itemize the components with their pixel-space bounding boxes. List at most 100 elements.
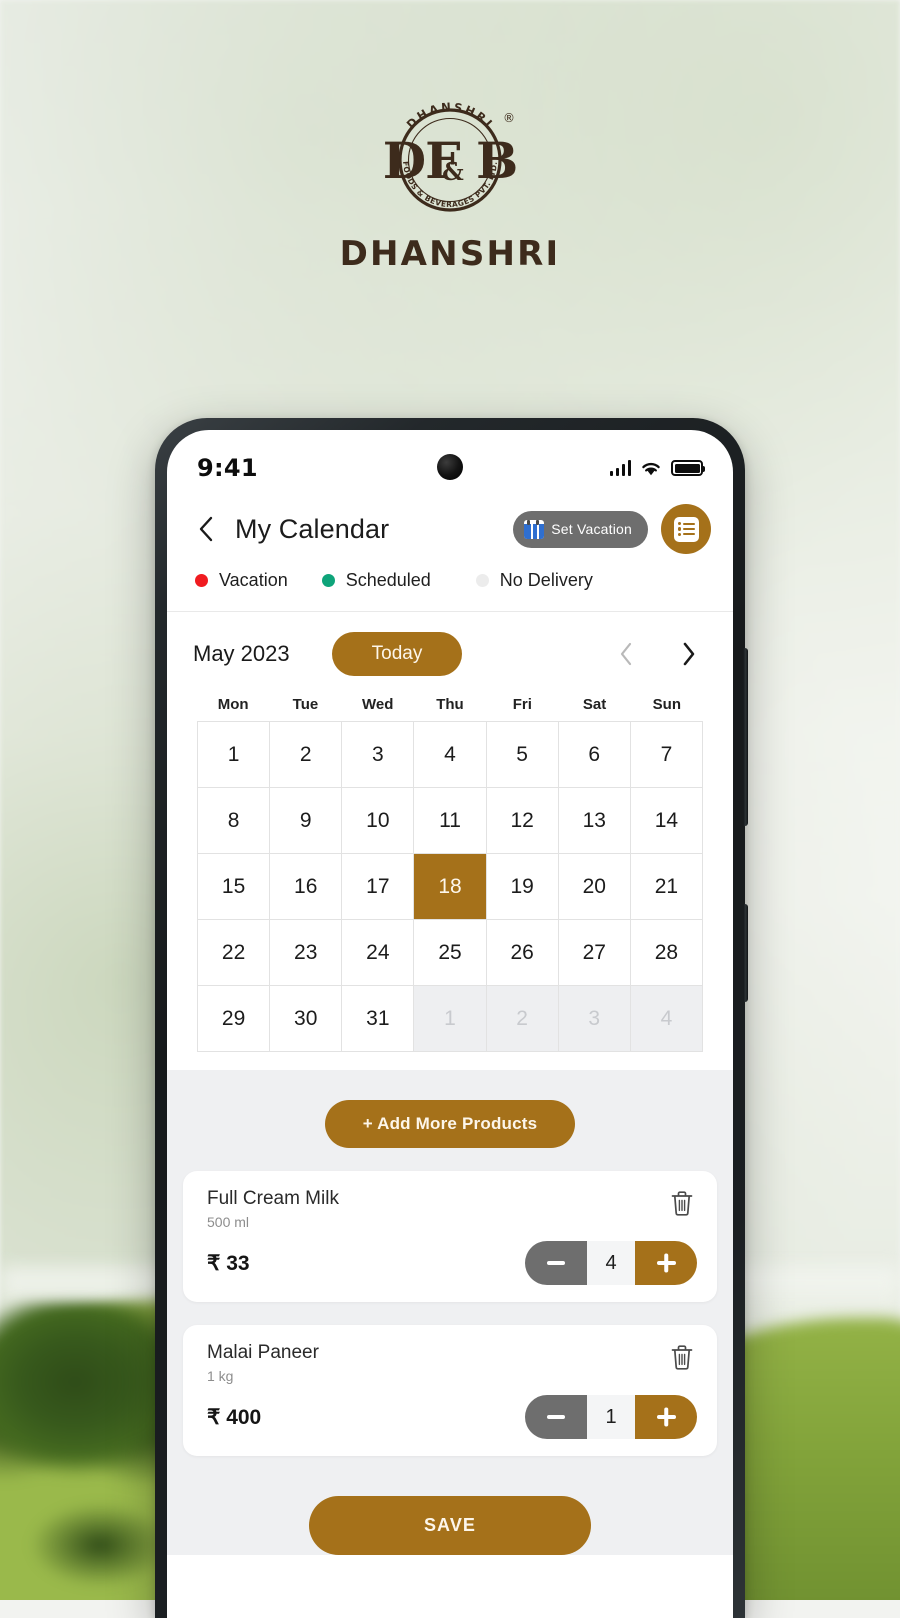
brand-name: DHANSHRI bbox=[339, 234, 561, 274]
chevron-left-icon bbox=[199, 516, 212, 542]
calendar-day[interactable]: 9 bbox=[270, 788, 343, 854]
order-list-button[interactable] bbox=[661, 504, 711, 554]
status-time: 9:41 bbox=[197, 454, 258, 482]
weekday-label: Mon bbox=[217, 696, 249, 713]
calendar-day[interactable]: 22 bbox=[198, 920, 271, 986]
add-more-products-button[interactable]: + Add More Products bbox=[324, 1100, 576, 1148]
phone-volume-button[interactable] bbox=[743, 648, 748, 826]
calendar-day[interactable]: 19 bbox=[486, 854, 559, 920]
product-price: ₹ 33 bbox=[207, 1251, 250, 1275]
calendar-day[interactable]: 1 bbox=[198, 722, 271, 788]
product-card: Malai Paneer 1 kg ₹ 400 1 bbox=[183, 1325, 717, 1456]
increase-quantity-button[interactable] bbox=[635, 1395, 697, 1439]
calendar-day-outside[interactable]: 1 bbox=[414, 986, 487, 1052]
logo-ampersand-text: & bbox=[442, 157, 464, 186]
app-header: My Calendar Set Vacation bbox=[167, 492, 733, 554]
weekday-label: Thu bbox=[436, 696, 464, 713]
calendar-day[interactable]: 7 bbox=[630, 722, 703, 788]
calendar-day[interactable]: 17 bbox=[342, 854, 415, 920]
trash-icon bbox=[671, 1191, 693, 1216]
list-icon bbox=[673, 516, 699, 542]
save-wrap: SAVE bbox=[167, 1456, 733, 1555]
calendar-day[interactable]: 12 bbox=[486, 788, 559, 854]
increase-quantity-button[interactable] bbox=[635, 1241, 697, 1285]
chevron-right-icon bbox=[683, 642, 694, 666]
calendar-day[interactable]: 10 bbox=[342, 788, 415, 854]
calendar-day[interactable]: 23 bbox=[270, 920, 343, 986]
phone-screen: 9:41 My Calendar Set Vacation Vacation S… bbox=[167, 430, 733, 1618]
calendar-day[interactable]: 5 bbox=[486, 722, 559, 788]
back-button[interactable] bbox=[189, 512, 223, 546]
product-name: Full Cream Milk bbox=[207, 1188, 339, 1209]
dfb-logo-badge: DHANSHRI FOODS & BEVERAGES PVT. LTD. DF … bbox=[375, 86, 525, 226]
status-icons bbox=[609, 460, 705, 477]
legend: Vacation Scheduled No Delivery bbox=[167, 554, 733, 612]
calendar-day[interactable]: 29 bbox=[198, 986, 271, 1052]
calendar-day[interactable]: 15 bbox=[198, 854, 271, 920]
phone-power-button[interactable] bbox=[743, 904, 748, 1002]
logo-registered-mark: ® bbox=[503, 111, 515, 125]
calendar-day[interactable]: 2 bbox=[270, 722, 343, 788]
decrease-quantity-button[interactable] bbox=[525, 1395, 587, 1439]
calendar-weekday-header: Mon Tue Wed Thu Fri Sat Sun bbox=[197, 696, 703, 713]
product-list: Full Cream Milk 500 ml ₹ 33 4 Malai Paneer 1 … bbox=[167, 1171, 733, 1456]
quantity-value: 4 bbox=[587, 1241, 635, 1285]
legend-label-vacation: Vacation bbox=[219, 570, 288, 590]
add-more-wrap: + Add More Products bbox=[167, 1100, 733, 1148]
trash-icon bbox=[671, 1345, 693, 1370]
calendar-day[interactable]: 8 bbox=[198, 788, 271, 854]
calendar-day-outside[interactable]: 4 bbox=[630, 986, 703, 1052]
legend-dot-scheduled bbox=[321, 574, 335, 587]
save-button[interactable]: SAVE bbox=[309, 1496, 591, 1555]
previous-month-button[interactable] bbox=[613, 639, 639, 669]
product-name: Malai Paneer bbox=[207, 1342, 319, 1363]
calendar-day[interactable]: 21 bbox=[630, 854, 703, 920]
calendar-day-outside[interactable]: 3 bbox=[558, 986, 631, 1052]
legend-item-vacation: Vacation bbox=[195, 570, 288, 591]
plus-icon bbox=[656, 1415, 676, 1419]
products-section: + Add More Products Full Cream Milk 500 m… bbox=[167, 1070, 733, 1555]
battery-full-icon bbox=[671, 460, 705, 476]
brand-logo-block: DHANSHRI FOODS & BEVERAGES PVT. LTD. DF … bbox=[0, 86, 900, 274]
calendar-day-grid: 1 2 3 4 5 6 7 8 9 10 11 12 13 14 15 16 17 18 19 20 21 22 23 24 2… bbox=[197, 721, 703, 1052]
calendar-day[interactable]: 11 bbox=[414, 788, 487, 854]
calendar-day[interactable]: 27 bbox=[558, 920, 631, 986]
set-vacation-button[interactable]: Set Vacation bbox=[513, 510, 648, 548]
calendar-day[interactable]: 16 bbox=[270, 854, 343, 920]
weekday-label: Fri bbox=[512, 696, 532, 713]
calendar-day-selected[interactable]: 18 bbox=[414, 854, 487, 920]
calendar-day[interactable]: 3 bbox=[342, 722, 415, 788]
calendar-day[interactable]: 24 bbox=[342, 920, 415, 986]
calendar-toolbar: May 2023 Today bbox=[167, 612, 733, 684]
weekday-label: Sat bbox=[582, 696, 607, 713]
calendar-day[interactable]: 6 bbox=[558, 722, 631, 788]
calendar-day-outside[interactable]: 2 bbox=[486, 986, 559, 1052]
status-bar: 9:41 bbox=[167, 430, 733, 492]
decrease-quantity-button[interactable] bbox=[525, 1241, 587, 1285]
legend-label-no-delivery: No Delivery bbox=[499, 570, 593, 590]
product-unit: 1 kg bbox=[207, 1368, 234, 1384]
next-month-button[interactable] bbox=[675, 639, 701, 669]
calendar-day[interactable]: 25 bbox=[414, 920, 487, 986]
today-button[interactable]: Today bbox=[331, 632, 463, 676]
legend-item-no-delivery: No Delivery bbox=[475, 570, 593, 591]
delete-product-button[interactable] bbox=[669, 1343, 695, 1376]
page-title: My Calendar bbox=[235, 513, 390, 544]
quantity-stepper: 4 bbox=[525, 1241, 697, 1285]
minus-icon bbox=[547, 1261, 565, 1265]
calendar-day[interactable]: 4 bbox=[414, 722, 487, 788]
calendar-day[interactable]: 13 bbox=[558, 788, 631, 854]
legend-label-scheduled: Scheduled bbox=[345, 570, 431, 590]
calendar-icon bbox=[524, 519, 545, 539]
weekday-label: Tue bbox=[292, 696, 319, 713]
calendar-day[interactable]: 14 bbox=[630, 788, 703, 854]
calendar-day[interactable]: 20 bbox=[558, 854, 631, 920]
calendar-day[interactable]: 30 bbox=[270, 986, 343, 1052]
product-card: Full Cream Milk 500 ml ₹ 33 4 bbox=[183, 1171, 717, 1302]
delete-product-button[interactable] bbox=[669, 1189, 695, 1222]
calendar-day[interactable]: 26 bbox=[486, 920, 559, 986]
legend-dot-no-delivery bbox=[475, 574, 489, 587]
calendar-day[interactable]: 31 bbox=[342, 986, 415, 1052]
calendar-day[interactable]: 28 bbox=[630, 920, 703, 986]
calendar-month-label: May 2023 bbox=[193, 641, 290, 666]
